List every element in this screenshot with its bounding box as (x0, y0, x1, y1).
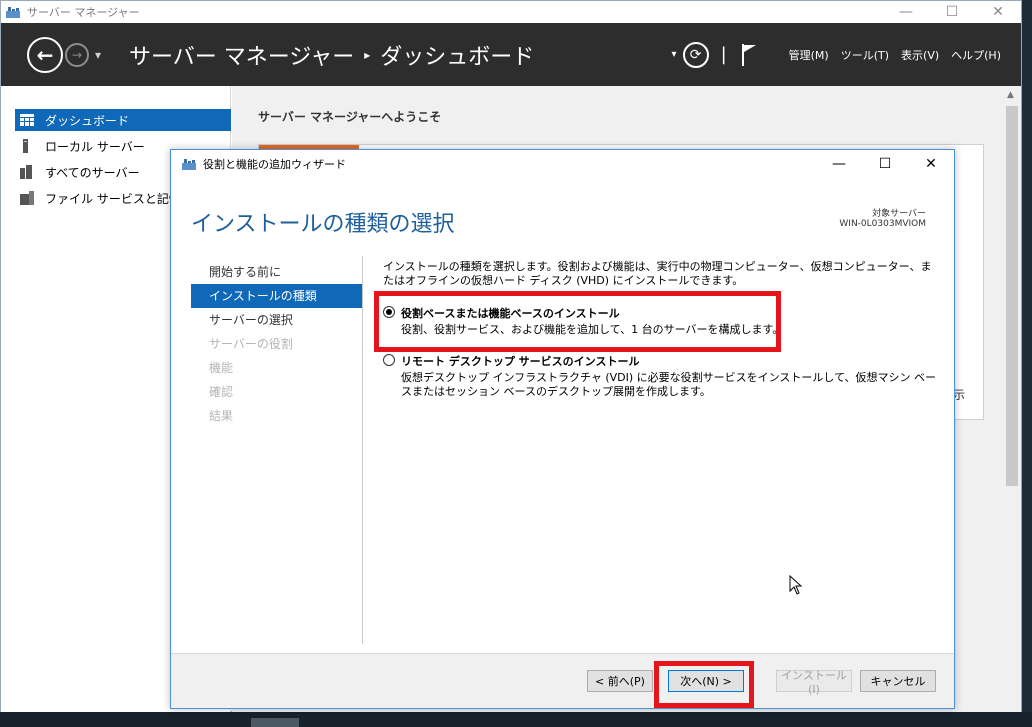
file-services-icon (19, 191, 35, 205)
step-before-you-begin[interactable]: 開始する前に (191, 260, 363, 284)
breadcrumb-page: ダッシュボード (380, 44, 535, 70)
sidebar-item-label: ファイル サービスと記憶 (45, 191, 181, 206)
breadcrumb-root[interactable]: サーバー マネージャー (129, 39, 354, 71)
install-button: インストール(I) (776, 669, 852, 696)
remote-desktop-desc: 仮想デスクトップ インフラストラクチャ (VDI) に必要な役割サービスをインス… (401, 371, 937, 398)
back-arrow-icon[interactable]: ← (27, 36, 63, 73)
step-server-selection[interactable]: サーバーの選択 (191, 308, 363, 332)
sidebar-item-dashboard[interactable]: ダッシュボード (15, 109, 231, 131)
close-button[interactable]: ✕ (975, 1, 1021, 23)
remote-desktop-radio[interactable] (383, 354, 395, 366)
server-manager-titlebar: サーバー マネージャー — ☐ ✕ (1, 1, 1021, 23)
dashboard-icon (19, 113, 35, 127)
previous-button[interactable]: < 前へ(P) (587, 670, 653, 692)
notification-flag-icon[interactable] (741, 43, 757, 66)
server-manager-header: ← → ▾ サーバー マネージャー ▸ ダッシュボード ▾ ⟳ | 管理(M) … (1, 23, 1021, 86)
wizard-app-icon (181, 157, 197, 171)
menu-tools[interactable]: ツール(T) (841, 47, 889, 63)
minimize-button[interactable]: — (883, 1, 929, 23)
installation-type-description: インストールの種類を選択します。役割および機能は、実行中の物理コンピューター、仮… (383, 260, 932, 287)
all-servers-icon (19, 165, 35, 179)
dialog-title: 役割と機能の追加ウィザード (203, 158, 346, 171)
page-title: インストールの種類の選択 (191, 212, 455, 237)
step-features: 機能 (209, 361, 234, 375)
add-roles-wizard-dialog: 役割と機能の追加ウィザード — ☐ ✕ インストールの種類の選択 対象サーバー … (170, 149, 955, 709)
step-server-roles: サーバーの役割 (209, 337, 293, 351)
taskbar-button[interactable] (251, 718, 299, 727)
local-server-icon (19, 139, 35, 153)
server-manager-app-icon (5, 5, 21, 19)
refresh-icon[interactable]: ⟳ (682, 41, 709, 68)
target-server-label: 対象サーバー (872, 209, 926, 219)
cancel-button[interactable]: キャンセル (860, 670, 936, 692)
wizard-steps: 開始する前に インストールの種類 サーバーの選択 サーバーの役割 機能 確認 結… (191, 260, 363, 428)
main-scrollbar[interactable]: ▲ (1003, 86, 1021, 712)
dialog-footer: < 前へ(P) 次へ(N) > インストール(I) キャンセル (171, 653, 954, 708)
nav-history-dropdown-icon[interactable]: ▾ (95, 48, 101, 62)
mouse-cursor-icon (789, 574, 803, 595)
breadcrumb-separator: ▸ (364, 47, 371, 62)
maximize-button[interactable]: ☐ (929, 1, 975, 23)
taskbar (0, 712, 1032, 727)
menu-help[interactable]: ヘルプ(H) (951, 47, 1001, 63)
target-server-name: WIN-0L0303MVIOM (839, 219, 926, 229)
steps-divider (362, 256, 363, 644)
menu-view[interactable]: 表示(V) (901, 47, 939, 63)
dialog-maximize-button[interactable]: ☐ (862, 150, 908, 178)
refresh-dropdown-icon[interactable]: ▾ (672, 49, 677, 60)
header-divider: | (720, 44, 727, 65)
breadcrumb: サーバー マネージャー ▸ ダッシュボード (129, 39, 534, 71)
step-results: 結果 (209, 409, 234, 423)
scroll-up-icon[interactable]: ▲ (1007, 90, 1014, 100)
dialog-close-button[interactable]: ✕ (908, 150, 954, 178)
sidebar-item-label: ローカル サーバー (45, 139, 145, 154)
option-remote-desktop[interactable]: リモート デスクトップ サービスのインストール 仮想デスクトップ インフラストラ… (383, 353, 938, 399)
menu-manage[interactable]: 管理(M) (789, 47, 829, 63)
dialog-titlebar: 役割と機能の追加ウィザード — ☐ ✕ (171, 150, 954, 178)
forward-arrow-icon[interactable]: → (65, 42, 89, 67)
step-confirmation: 確認 (209, 385, 234, 399)
highlight-role-based-option (374, 291, 781, 352)
sidebar-item-label: すべてのサーバー (45, 165, 140, 180)
window-title: サーバー マネージャー (27, 6, 140, 19)
sidebar-item-label: ダッシュボード (45, 113, 130, 128)
highlight-next-button (654, 661, 754, 708)
dialog-minimize-button[interactable]: — (816, 150, 862, 178)
welcome-heading: サーバー マネージャーへようこそ (258, 110, 442, 124)
step-installation-type[interactable]: インストールの種類 (191, 284, 363, 308)
scrollbar-thumb[interactable] (1006, 106, 1018, 486)
remote-desktop-title: リモート デスクトップ サービスのインストール (401, 355, 640, 368)
